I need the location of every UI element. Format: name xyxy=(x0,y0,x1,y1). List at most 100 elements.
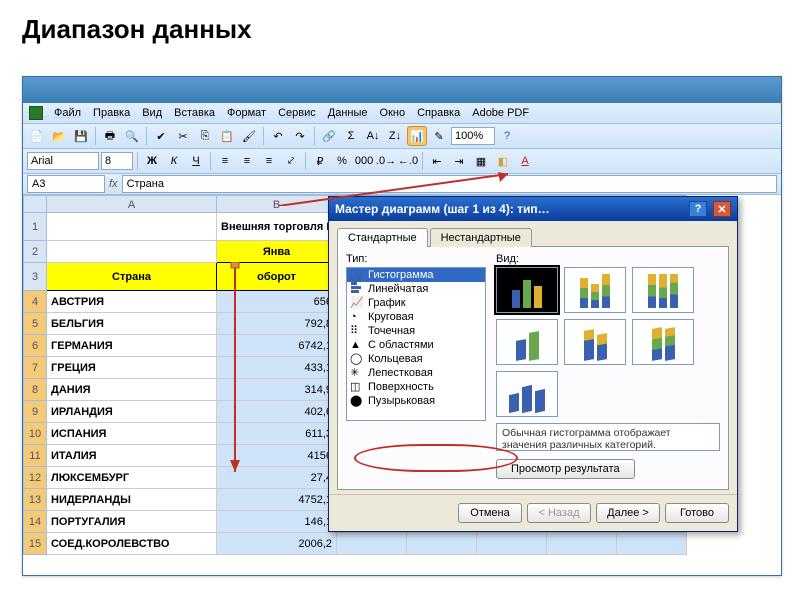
cell-country[interactable]: ИСПАНИЯ xyxy=(47,423,217,445)
menu-adobepdf[interactable]: Adobe PDF xyxy=(467,105,534,121)
decrease-decimal-button[interactable]: ←.0 xyxy=(398,151,418,171)
underline-button[interactable]: Ч xyxy=(186,151,206,171)
new-button[interactable]: 📄 xyxy=(27,126,47,146)
help-button[interactable]: ? xyxy=(497,126,517,146)
formula-input[interactable]: Страна xyxy=(122,175,777,193)
row-header[interactable]: 10 xyxy=(23,423,47,445)
sheet-title-cell[interactable]: Внешняя торговля Р xyxy=(217,213,337,241)
fill-color-button[interactable]: ◧ xyxy=(493,151,513,171)
align-left-button[interactable]: ≡ xyxy=(215,151,235,171)
name-box[interactable]: A3 xyxy=(27,175,105,193)
next-button[interactable]: Далее > xyxy=(596,503,660,523)
charttype-bar[interactable]: Линейчатая xyxy=(347,282,485,296)
menu-help[interactable]: Справка xyxy=(412,105,465,121)
cell-turnover[interactable]: 792,8 xyxy=(217,313,337,335)
font-color-button[interactable]: A xyxy=(515,151,535,171)
header-country[interactable]: Страна xyxy=(47,263,217,291)
cell-turnover[interactable]: 314,9 xyxy=(217,379,337,401)
format-painter-button[interactable]: 🖌 xyxy=(239,126,259,146)
autosum-button[interactable]: Σ xyxy=(341,126,361,146)
bold-button[interactable]: Ж xyxy=(142,151,162,171)
menu-data[interactable]: Данные xyxy=(323,105,373,121)
cell-country[interactable]: ИТАЛИЯ xyxy=(47,445,217,467)
cell-turnover[interactable]: 4752,1 xyxy=(217,489,337,511)
cell-country[interactable]: НИДЕРЛАНДЫ xyxy=(47,489,217,511)
borders-button[interactable]: ▦ xyxy=(471,151,491,171)
charttype-radar[interactable]: ✳Лепестковая xyxy=(347,366,485,380)
cell-turnover[interactable]: 2006,2 xyxy=(217,533,337,555)
percent-button[interactable]: % xyxy=(332,151,352,171)
save-button[interactable]: 💾 xyxy=(71,126,91,146)
cell[interactable] xyxy=(617,533,687,555)
dialog-help-button[interactable]: ? xyxy=(689,201,707,217)
row-header[interactable]: 4 xyxy=(23,291,47,313)
row-header[interactable]: 5 xyxy=(23,313,47,335)
cell[interactable] xyxy=(47,241,217,263)
merge-center-button[interactable]: ⤦ xyxy=(281,151,301,171)
italic-button[interactable]: К xyxy=(164,151,184,171)
drawing-button[interactable]: ✎ xyxy=(429,126,449,146)
subtype-3d-stacked[interactable] xyxy=(564,319,626,365)
menu-window[interactable]: Окно xyxy=(375,105,411,121)
sort-asc-button[interactable]: A↓ xyxy=(363,126,383,146)
menu-view[interactable]: Вид xyxy=(137,105,167,121)
align-right-button[interactable]: ≡ xyxy=(259,151,279,171)
row-header[interactable]: 2 xyxy=(23,241,47,263)
cell-country[interactable]: ЛЮКСЕМБУРГ xyxy=(47,467,217,489)
cell-turnover[interactable]: 611,3 xyxy=(217,423,337,445)
subtype-stacked-column[interactable] xyxy=(564,267,626,313)
chart-type-listbox[interactable]: Гистограмма Линейчатая 📈График ◔Круговая… xyxy=(346,267,486,421)
cell[interactable] xyxy=(47,213,217,241)
row-header[interactable]: 6 xyxy=(23,335,47,357)
menu-file[interactable]: Файл xyxy=(49,105,86,121)
select-all-corner[interactable] xyxy=(23,195,47,213)
menu-format[interactable]: Формат xyxy=(222,105,271,121)
charttype-histogram[interactable]: Гистограмма xyxy=(347,268,485,282)
print-button[interactable]: 🖶 xyxy=(100,126,120,146)
undo-button[interactable]: ↶ xyxy=(268,126,288,146)
charttype-scatter[interactable]: ⠿Точечная xyxy=(347,324,485,338)
cell[interactable] xyxy=(337,533,407,555)
month-cell[interactable]: Янва xyxy=(217,241,337,263)
cell-country[interactable]: БЕЛЬГИЯ xyxy=(47,313,217,335)
tab-standard[interactable]: Стандартные xyxy=(337,228,428,247)
cell-country[interactable]: ДАНИЯ xyxy=(47,379,217,401)
cell-turnover[interactable]: 4156 xyxy=(217,445,337,467)
cell[interactable] xyxy=(407,533,477,555)
open-button[interactable]: 📂 xyxy=(49,126,69,146)
cell-turnover[interactable]: 402,6 xyxy=(217,401,337,423)
subtype-3d-clustered[interactable] xyxy=(496,319,558,365)
menu-tools[interactable]: Сервис xyxy=(273,105,321,121)
cell-country[interactable]: АВСТРИЯ xyxy=(47,291,217,313)
row-header[interactable]: 7 xyxy=(23,357,47,379)
charttype-doughnut[interactable]: ◯Кольцевая xyxy=(347,352,485,366)
row-header[interactable]: 14 xyxy=(23,511,47,533)
cell-turnover[interactable]: 146,1 xyxy=(217,511,337,533)
subtype-100stacked-column[interactable] xyxy=(632,267,694,313)
col-header[interactable]: A xyxy=(47,195,217,213)
back-button[interactable]: < Назад xyxy=(527,503,591,523)
row-header[interactable]: 11 xyxy=(23,445,47,467)
charttype-surface[interactable]: ◫Поверхность xyxy=(347,380,485,394)
charttype-line[interactable]: 📈График xyxy=(347,296,485,310)
menu-insert[interactable]: Вставка xyxy=(169,105,220,121)
redo-button[interactable]: ↷ xyxy=(290,126,310,146)
row-header[interactable]: 13 xyxy=(23,489,47,511)
header-turnover[interactable]: оборот xyxy=(217,263,337,291)
sort-desc-button[interactable]: Z↓ xyxy=(385,126,405,146)
subtype-3d-100stacked[interactable] xyxy=(632,319,694,365)
cut-button[interactable]: ✂ xyxy=(173,126,193,146)
cell-turnover[interactable]: 6742,1 xyxy=(217,335,337,357)
print-preview-button[interactable]: 🔍 xyxy=(122,126,142,146)
link-button[interactable]: 🔗 xyxy=(319,126,339,146)
subtype-3d-column[interactable] xyxy=(496,371,558,417)
row-header[interactable]: 8 xyxy=(23,379,47,401)
increase-decimal-button[interactable]: .0→ xyxy=(376,151,396,171)
charttype-bubble[interactable]: ⬤Пузырьковая xyxy=(347,394,485,408)
spell-button[interactable]: ✔ xyxy=(151,126,171,146)
currency-button[interactable]: ₽ xyxy=(310,151,330,171)
copy-button[interactable]: ⎘ xyxy=(195,126,215,146)
row-header[interactable]: 9 xyxy=(23,401,47,423)
cell-country[interactable]: ГРЕЦИЯ xyxy=(47,357,217,379)
font-name-combo[interactable]: Arial xyxy=(27,152,99,170)
